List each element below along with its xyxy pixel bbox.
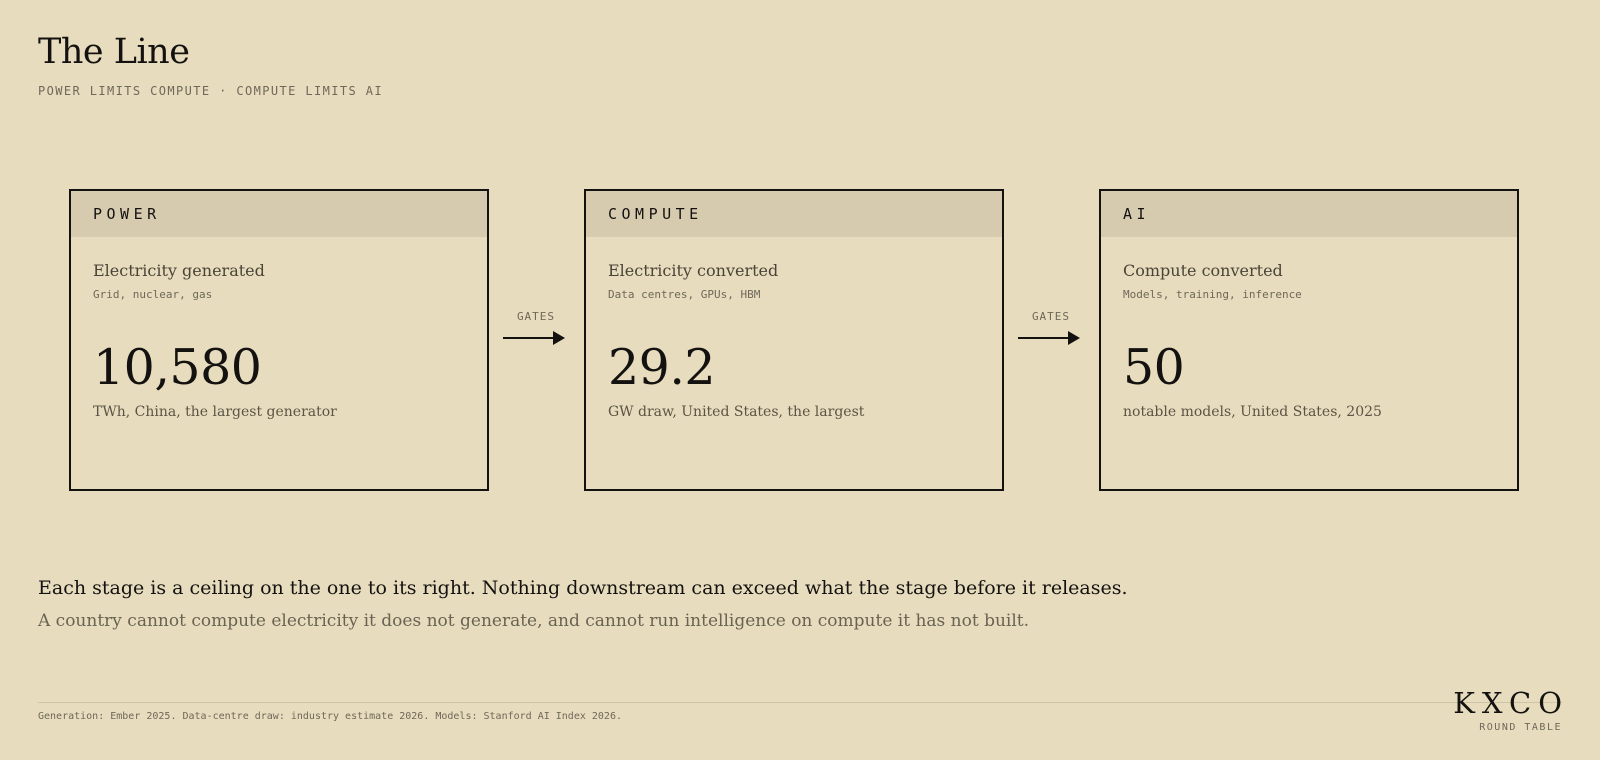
- brand-mark: KXCO ROUND TABLE: [1453, 686, 1562, 733]
- page-title: The Line: [38, 32, 190, 72]
- stage-value: 10,580: [93, 339, 262, 396]
- stage-label: POWER: [93, 205, 161, 223]
- stage-card-body: Electricity generated Grid, nuclear, gas…: [71, 261, 487, 420]
- connector-label: GATES: [516, 310, 556, 323]
- gates-connector-2: GATES: [1018, 310, 1082, 350]
- stage-card-ai: AI Compute converted Models, training, i…: [1099, 189, 1519, 491]
- takeaway-sub: A country cannot compute electricity it …: [38, 611, 1030, 631]
- takeaway: Each stage is a ceiling on the one to it…: [38, 575, 1538, 633]
- stage-card-body: Compute converted Models, training, infe…: [1101, 261, 1517, 420]
- stage-card-power: POWER Electricity generated Grid, nuclea…: [69, 189, 489, 491]
- stage-card-header: AI: [1101, 191, 1517, 237]
- connector-label: GATES: [1031, 310, 1071, 323]
- stage-subheading: Data centres, GPUs, HBM: [608, 288, 761, 301]
- stage-heading: Electricity converted: [608, 261, 779, 280]
- gates-connector-1: GATES: [503, 310, 567, 350]
- stage-heading: Compute converted: [1123, 261, 1283, 280]
- stage-value: 29.2: [608, 339, 716, 396]
- stage-value: 50: [1123, 339, 1185, 396]
- stage-heading: Electricity generated: [93, 261, 265, 280]
- right-arrow-icon: [1018, 331, 1080, 345]
- brand-tagline: ROUND TABLE: [1479, 722, 1562, 733]
- brand-logo: KXCO: [1453, 686, 1569, 720]
- stage-subheading: Models, training, inference: [1123, 288, 1302, 301]
- source-note: Generation: Ember 2025. Data-centre draw…: [38, 711, 622, 722]
- page-subtitle: POWER LIMITS COMPUTE · COMPUTE LIMITS AI: [38, 84, 383, 98]
- stage-card-compute: COMPUTE Electricity converted Data centr…: [584, 189, 1004, 491]
- stage-caption: GW draw, United States, the largest: [608, 404, 865, 420]
- stage-label: COMPUTE: [608, 205, 703, 223]
- takeaway-main: Each stage is a ceiling on the one to it…: [38, 577, 1128, 599]
- stage-label: AI: [1123, 205, 1151, 223]
- stage-card-header: COMPUTE: [586, 191, 1002, 237]
- stage-card-body: Electricity converted Data centres, GPUs…: [586, 261, 1002, 420]
- right-arrow-icon: [503, 331, 565, 345]
- stage-caption: TWh, China, the largest generator: [93, 404, 337, 420]
- page-header: The Line POWER LIMITS COMPUTE · COMPUTE …: [38, 30, 383, 98]
- stage-subheading: Grid, nuclear, gas: [93, 288, 213, 301]
- footer-divider: [38, 702, 1562, 703]
- stage-card-header: POWER: [71, 191, 487, 237]
- stage-caption: notable models, United States, 2025: [1123, 404, 1382, 420]
